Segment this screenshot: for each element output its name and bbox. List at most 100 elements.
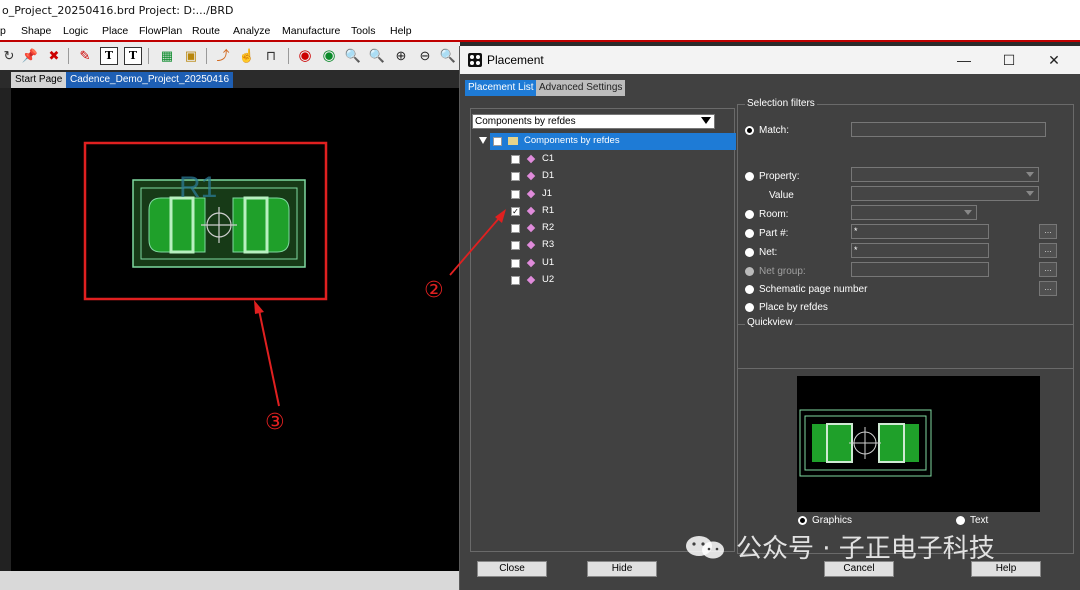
match-input[interactable] (851, 122, 1046, 137)
delay-tune-icon[interactable]: ⊓ (262, 47, 280, 65)
component-label: U2 (542, 274, 555, 285)
place-by-refdes-radio[interactable] (745, 303, 754, 312)
add-line-icon[interactable]: ✎ (76, 47, 94, 65)
net-group-browse-button[interactable]: ... (1039, 262, 1057, 277)
menu-item-logic[interactable]: Logic (63, 25, 88, 37)
schematic-page-label: Schematic page number (759, 284, 868, 295)
room-dropdown[interactable] (851, 205, 977, 220)
chevron-down-icon (1026, 172, 1034, 177)
minimize-icon[interactable]: — (954, 50, 974, 70)
drc-update-icon[interactable]: ◉ (320, 47, 338, 65)
refdes-label: R1 (179, 171, 218, 204)
tree-root-checkbox[interactable] (493, 137, 502, 146)
list-item[interactable]: D1 (511, 168, 571, 184)
watermark-text: 公众号 · 子正电子科技 (736, 534, 995, 564)
route-icon[interactable]: ⤴ (214, 47, 232, 65)
match-label: Match: (759, 125, 790, 136)
dialog-titlebar: Placement — ☐ ✕ (460, 46, 1080, 74)
menu-item-tools[interactable]: Tools (351, 25, 376, 37)
menu-item-shape[interactable]: Shape (21, 25, 51, 37)
expand-arrow-icon[interactable] (479, 137, 487, 144)
zoom-in-icon[interactable]: ⊕ (392, 47, 410, 65)
annotation-three: ③ (265, 410, 285, 435)
menu-item-route[interactable]: Route (192, 25, 220, 37)
toolbar-separator (148, 48, 149, 64)
tab-design[interactable]: Cadence_Demo_Project_20250416 (66, 72, 234, 88)
schematic-page-radio[interactable] (745, 285, 754, 294)
placement-list-panel (470, 108, 735, 552)
menu-item-flowplan[interactable]: FlowPlan (139, 25, 182, 37)
room-radio[interactable] (745, 210, 754, 219)
board-view (83, 141, 328, 407)
drc-icon[interactable]: ◉ (296, 47, 314, 65)
property-radio[interactable] (745, 172, 754, 181)
menu-item-manufacture[interactable]: Manufacture (282, 25, 340, 37)
toolbar: ↻ 📌 ✖ ✎ T T ▦ ▣ ⤴ ☝ ⊓ ◉ ◉ 🔍 🔍 ⊕ ⊖ 🔍 (0, 42, 460, 70)
tree-root[interactable]: Components by refdes (479, 133, 729, 149)
text-radio[interactable] (956, 516, 965, 525)
menu-item-p[interactable]: p (0, 25, 6, 37)
component-label: J1 (542, 188, 553, 199)
selection-filters-title: Selection filters (745, 98, 817, 109)
place-manual-icon[interactable]: ▣ (182, 47, 200, 65)
net-radio[interactable] (745, 248, 754, 257)
graphics-radio[interactable] (798, 516, 807, 525)
chevron-down-icon (964, 210, 972, 215)
slide-icon[interactable]: ☝ (238, 47, 256, 65)
design-canvas[interactable]: R1 ③ (11, 88, 459, 571)
menu-item-help[interactable]: Help (390, 25, 412, 37)
annotation-arrow-2-svg (449, 209, 506, 276)
menu-item-place[interactable]: Place (102, 25, 128, 37)
add-text-icon[interactable]: T (100, 47, 118, 65)
zoom-out-icon[interactable]: ⊖ (416, 47, 434, 65)
room-label: Room: (759, 209, 789, 220)
hide-button[interactable]: Hide (587, 561, 657, 577)
canvas-horizontal-scrollbar[interactable] (0, 571, 460, 590)
annotation-arrow-2 (449, 216, 501, 276)
place-component-icon[interactable]: ▦ (158, 47, 176, 65)
part-browse-button[interactable]: ... (1039, 224, 1057, 239)
component-label: R3 (542, 239, 555, 250)
component-checkbox[interactable] (511, 155, 520, 164)
net-input[interactable]: * (851, 243, 989, 258)
maximize-icon[interactable]: ☐ (999, 50, 1019, 70)
property-label: Property: (759, 171, 800, 182)
close-button[interactable]: Close (477, 561, 547, 577)
window-title: o_Project_20250416.brd Project: D:.../BR… (0, 0, 1080, 22)
component-checkbox[interactable] (511, 172, 520, 181)
edit-text-icon[interactable]: T (124, 47, 142, 65)
placement-dialog: Placement — ☐ ✕ Placement List Advanced … (459, 46, 1080, 590)
tab-advanced-settings[interactable]: Advanced Settings (536, 80, 626, 96)
tab-placement-list[interactable]: Placement List (465, 80, 537, 96)
close-icon[interactable]: ✕ (1044, 50, 1064, 70)
quickview-graphic (799, 409, 932, 477)
unpin-icon[interactable]: ✖ (45, 47, 63, 65)
graphics-label: Graphics (812, 515, 853, 526)
quickview-canvas (797, 376, 1040, 512)
property-dropdown[interactable] (851, 167, 1039, 182)
list-type-dropdown[interactable]: Components by refdes (472, 114, 715, 129)
schematic-browse-button[interactable]: ... (1039, 281, 1057, 296)
pin-icon[interactable]: 📌 (21, 47, 39, 65)
net-group-input[interactable] (851, 262, 989, 277)
part-radio[interactable] (745, 229, 754, 238)
value-dropdown[interactable] (851, 186, 1039, 201)
part-input[interactable]: * (851, 224, 989, 239)
app-logo-icon (468, 53, 482, 67)
list-item[interactable]: C1 (511, 151, 571, 167)
zoom-previous-icon[interactable]: 🔍 (439, 47, 457, 65)
net-browse-button[interactable]: ... (1039, 243, 1057, 258)
zoom-fit-icon[interactable]: 🔍 (344, 47, 362, 65)
toolbar-separator (288, 48, 289, 64)
tab-start-page[interactable]: Start Page (11, 72, 67, 88)
menu-item-analyze[interactable]: Analyze (233, 25, 270, 37)
annotation-two: ② (424, 278, 444, 303)
value-label: Value (769, 190, 794, 201)
refresh-icon[interactable]: ↻ (0, 47, 18, 65)
component-label: R2 (542, 222, 555, 233)
match-radio[interactable] (745, 126, 754, 135)
dialog-title: Placement (487, 53, 544, 67)
toolbar-separator (68, 48, 69, 64)
zoom-window-icon[interactable]: 🔍 (368, 47, 386, 65)
net-group-radio[interactable] (745, 267, 754, 276)
